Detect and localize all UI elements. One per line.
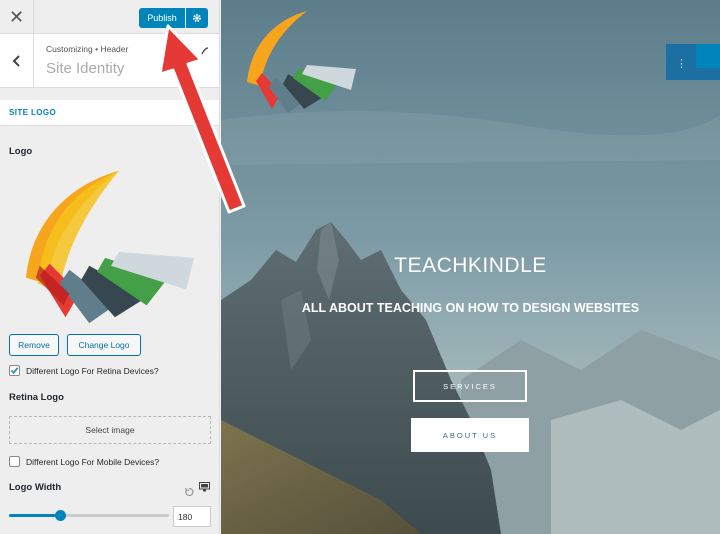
remove-logo-button[interactable]: Remove (9, 334, 59, 356)
close-customizer-button[interactable]: ✕ (0, 0, 34, 34)
customizer-topbar: ✕ Publish (0, 0, 219, 34)
customizer-sidebar: ✕ Publish Customizing • Header Site Iden… (0, 0, 220, 534)
retina-logo-label: Retina Logo (9, 392, 64, 403)
section-header: Customizing • Header Site Identity (0, 34, 219, 88)
site-preview: ⋮ TEACHKINDLE ALL ABOUT TEACHING ON HOW … (221, 0, 720, 534)
site-tagline: ALL ABOUT TEACHING ON HOW TO DESIGN WEBS… (301, 301, 640, 315)
logo-width-slider[interactable] (9, 510, 169, 521)
site-logo-section-header[interactable]: SITE LOGO (0, 100, 219, 126)
about-us-button[interactable]: ABOUT US (411, 418, 529, 452)
logo-label: Logo (9, 146, 33, 157)
logo-width-label: Logo Width (9, 482, 62, 493)
help-icon[interactable] (200, 46, 210, 56)
select-image-button[interactable]: Select image (9, 416, 211, 444)
page-title: Site Identity (46, 60, 125, 77)
mobile-logo-checkbox[interactable] (9, 456, 20, 467)
gear-icon (193, 14, 201, 22)
edit-square-button[interactable] (696, 44, 720, 68)
close-icon: ✕ (8, 6, 25, 27)
checkmark-icon (10, 367, 19, 374)
services-button[interactable]: SERVICES (413, 370, 527, 402)
breadcrumb: Customizing • Header (46, 44, 129, 54)
more-options-icon: ⋮ (676, 58, 687, 70)
back-button[interactable] (0, 34, 34, 88)
site-logo-section-label: SITE LOGO (9, 108, 57, 117)
publish-button[interactable]: Publish (139, 8, 185, 28)
logo-preview-image[interactable] (20, 166, 198, 326)
reset-icon[interactable] (184, 487, 194, 497)
retina-logo-checkbox-row[interactable]: Different Logo For Retina Devices? (9, 365, 159, 376)
chevron-left-icon (12, 55, 20, 67)
publish-settings-button[interactable] (186, 8, 208, 28)
logo-width-slider-handle[interactable] (55, 510, 67, 521)
monitor-icon[interactable] (199, 482, 210, 492)
site-logo[interactable] (243, 8, 358, 114)
mobile-logo-checkbox-label: Different Logo For Mobile Devices? (26, 456, 160, 467)
logo-width-slider-fill (9, 514, 61, 517)
site-title: TEACHKINDLE (394, 254, 547, 277)
logo-width-input[interactable]: 180 (173, 506, 211, 527)
change-logo-button[interactable]: Change Logo (67, 334, 141, 356)
retina-logo-checkbox-label: Different Logo For Retina Devices? (26, 365, 159, 376)
retina-logo-checkbox[interactable] (9, 365, 20, 376)
mobile-logo-checkbox-row[interactable]: Different Logo For Mobile Devices? (9, 456, 159, 467)
